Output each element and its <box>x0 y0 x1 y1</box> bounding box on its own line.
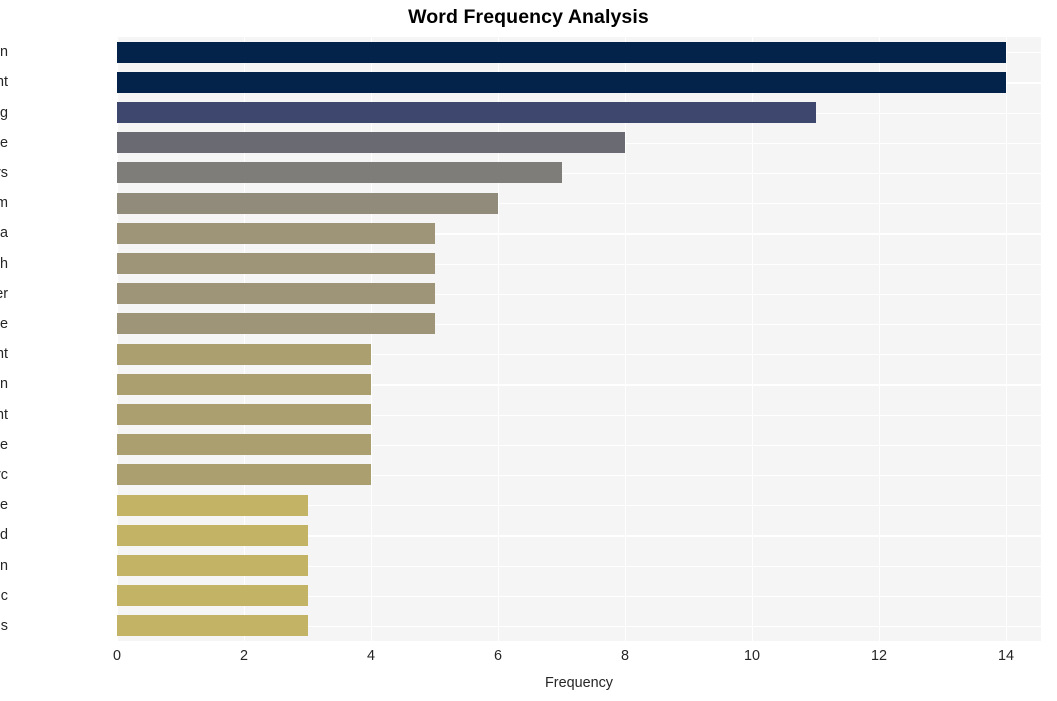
bar <box>117 162 562 184</box>
y-tick-label-muslim: muslim <box>0 195 8 212</box>
x-tick-label-10: 10 <box>744 648 761 664</box>
gridline-vertical <box>752 37 754 641</box>
bar <box>117 524 308 546</box>
x-tick-label-2: 2 <box>239 648 249 664</box>
bar <box>117 192 499 214</box>
y-tick-label-prc: prc <box>0 466 8 483</box>
bar <box>117 132 626 154</box>
bar <box>117 494 308 516</box>
bar <box>117 464 372 486</box>
y-tick-label-religious: religious <box>0 617 8 634</box>
y-tick-label-action: action <box>0 376 8 393</box>
y-tick-label-state: state <box>0 134 8 151</box>
bar <box>117 585 308 607</box>
bar <box>117 434 372 456</box>
x-tick-label-8: 8 <box>621 648 630 664</box>
y-tick-label-china: china <box>0 225 8 242</box>
y-tick-label-high: high <box>0 255 8 272</box>
y-tick-label-continue: continue <box>0 436 8 453</box>
y-tick-label-right: right <box>0 74 8 91</box>
gridline-vertical <box>117 37 119 641</box>
plot-area <box>117 37 1041 641</box>
bar <box>117 343 372 365</box>
gridline-vertical <box>879 37 881 641</box>
y-tick-label-release: release <box>0 315 8 332</box>
y-tick-label-commissioner: commissioner <box>0 285 8 302</box>
gridline-vertical <box>371 37 373 641</box>
bar <box>117 373 372 395</box>
x-axis-label: Frequency <box>545 675 613 691</box>
x-tick-label-6: 6 <box>494 648 503 664</box>
y-tick-label-end: end <box>0 527 8 544</box>
y-tick-label-unite: unite <box>0 497 8 514</box>
x-tick-label-0: 0 <box>112 648 122 664</box>
y-tick-label-human: human <box>0 44 8 61</box>
y-tick-label-department: department <box>0 346 8 363</box>
bar <box>117 222 435 244</box>
bar <box>117 102 816 123</box>
y-tick-label-ethnic: ethnic <box>0 587 8 604</box>
y-tick-label-uyghurs: uyghurs <box>0 164 8 181</box>
gridline-vertical <box>244 37 246 641</box>
bar <box>117 71 1007 93</box>
bar <box>117 253 435 274</box>
y-tick-label-repression: repression <box>0 557 8 574</box>
chart-title: Word Frequency Analysis <box>408 6 649 28</box>
bar <box>117 615 308 637</box>
y-tick-label-assessment: assessment <box>0 406 8 423</box>
bar <box>117 283 435 305</box>
chart-figure: Word Frequency Analysis human right xinjia… <box>0 0 1057 701</box>
y-tick-label-xinjiang: xinjiang <box>0 104 8 121</box>
bar <box>117 555 308 576</box>
x-tick-label-14: 14 <box>998 648 1015 664</box>
gridline-vertical <box>498 37 500 641</box>
x-tick-label-4: 4 <box>367 648 376 664</box>
bar <box>117 404 372 425</box>
x-tick-label-12: 12 <box>871 648 888 664</box>
bar <box>117 41 1007 63</box>
gridline-vertical <box>625 37 627 641</box>
gridline-vertical <box>1006 37 1008 641</box>
bar <box>117 313 435 335</box>
